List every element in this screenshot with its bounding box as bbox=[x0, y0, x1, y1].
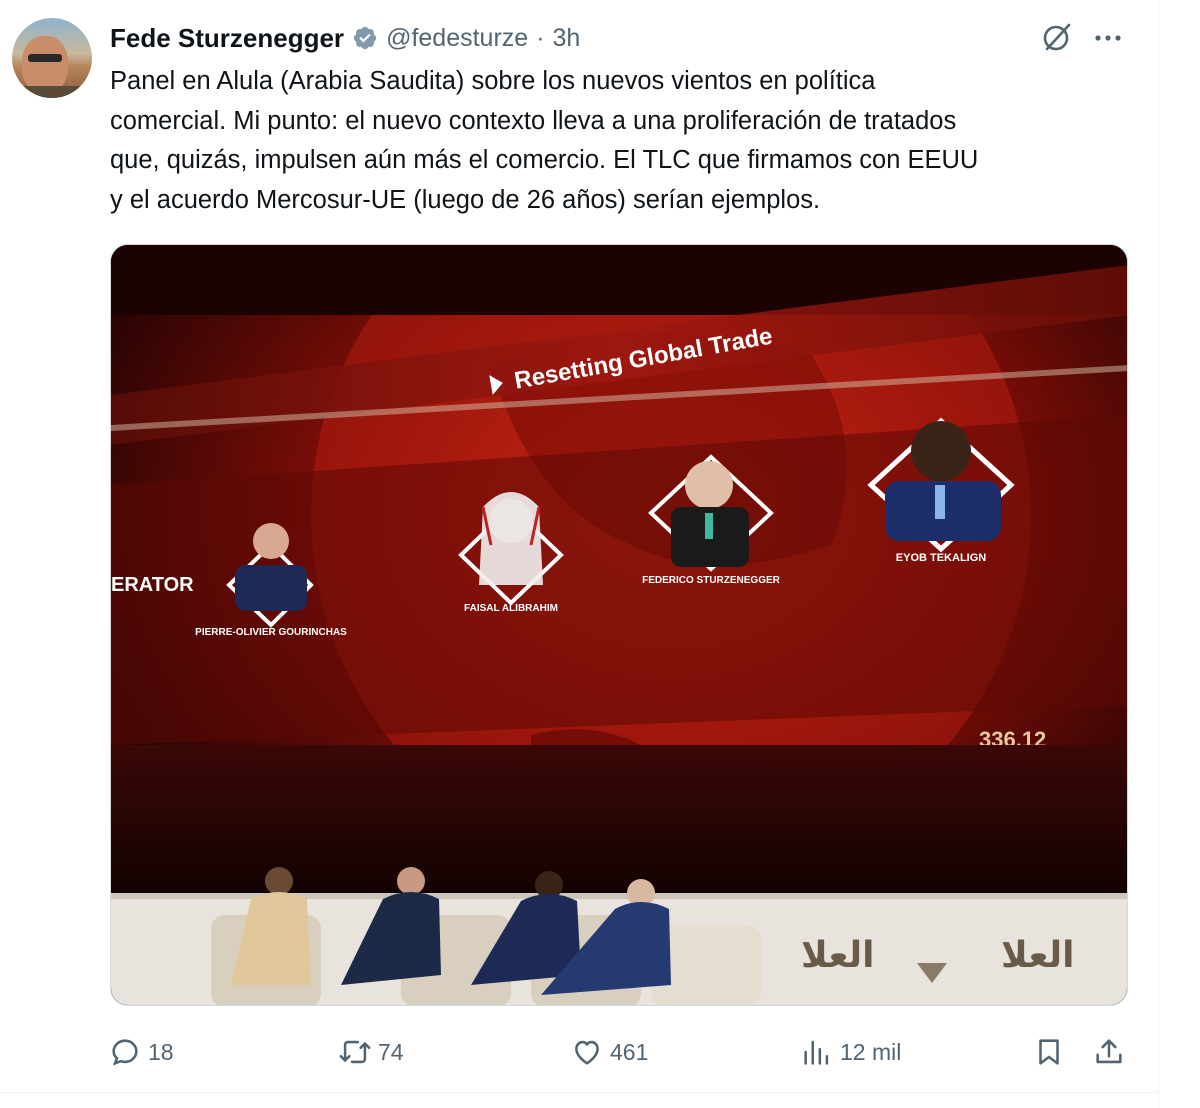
reply-button[interactable]: 18 bbox=[108, 1030, 174, 1074]
tweet-header: Fede Sturzenegger @fedesturze · 3h bbox=[110, 20, 580, 56]
avatar[interactable] bbox=[12, 18, 92, 98]
retweet-count: 74 bbox=[378, 1038, 404, 1065]
retweet-icon bbox=[339, 1040, 371, 1064]
reply-count: 18 bbox=[148, 1038, 174, 1065]
avatar-shirt bbox=[12, 86, 92, 98]
views-count: 12 mil bbox=[840, 1038, 902, 1065]
venue-logo: العلا bbox=[801, 935, 875, 976]
retweet-button[interactable]: 74 bbox=[338, 1030, 404, 1074]
tweet-divider bbox=[0, 1092, 1158, 1093]
views-icon bbox=[804, 1040, 829, 1065]
tweet-actions: 18 74 461 12 mil bbox=[108, 1030, 1128, 1074]
like-icon bbox=[575, 1040, 599, 1065]
separator-dot: · bbox=[536, 23, 545, 52]
tweet-page: Fede Sturzenegger @fedesturze · 3h Panel… bbox=[0, 0, 1200, 1108]
share-icon bbox=[1096, 1039, 1122, 1064]
tweet-text: Panel en Alula (Arabia Saudita) sobre lo… bbox=[110, 67, 979, 214]
more-icon[interactable] bbox=[1092, 24, 1124, 52]
views-button[interactable]: 12 mil bbox=[800, 1030, 901, 1074]
column-divider bbox=[1158, 0, 1159, 1108]
share-button[interactable] bbox=[1092, 1030, 1126, 1074]
avatar-glasses bbox=[28, 54, 62, 62]
author-handle[interactable]: @fedesturze bbox=[386, 24, 528, 53]
panelist-name: FAISAL ALIBRAHIM bbox=[464, 603, 558, 614]
grok-icon[interactable] bbox=[1040, 20, 1074, 54]
author-name[interactable]: Fede Sturzenegger bbox=[110, 23, 344, 54]
tweet-photo[interactable]: Resetting Global Trade ERATOR PIERRE-OLI… bbox=[110, 244, 1128, 1006]
panelist-name: EYOB TEKALIGN bbox=[896, 552, 987, 564]
bookmark-icon bbox=[1039, 1039, 1059, 1065]
like-button[interactable]: 461 bbox=[570, 1030, 648, 1074]
photo-scene: Resetting Global Trade ERATOR PIERRE-OLI… bbox=[111, 245, 1127, 1005]
venue-logo: العلا bbox=[1001, 935, 1075, 976]
moderator-label: ERATOR bbox=[111, 574, 194, 596]
avatar-face bbox=[22, 36, 68, 92]
timestamp[interactable]: 3h bbox=[553, 24, 581, 53]
verified-badge-icon[interactable] bbox=[352, 25, 378, 51]
panelist-name: FEDERICO STURZENEGGER bbox=[642, 575, 781, 586]
like-count: 461 bbox=[610, 1038, 649, 1065]
bookmark-button[interactable] bbox=[1032, 1030, 1066, 1074]
panelist-name: PIERRE-OLIVIER GOURINCHAS bbox=[195, 627, 347, 638]
reply-icon bbox=[112, 1039, 138, 1066]
